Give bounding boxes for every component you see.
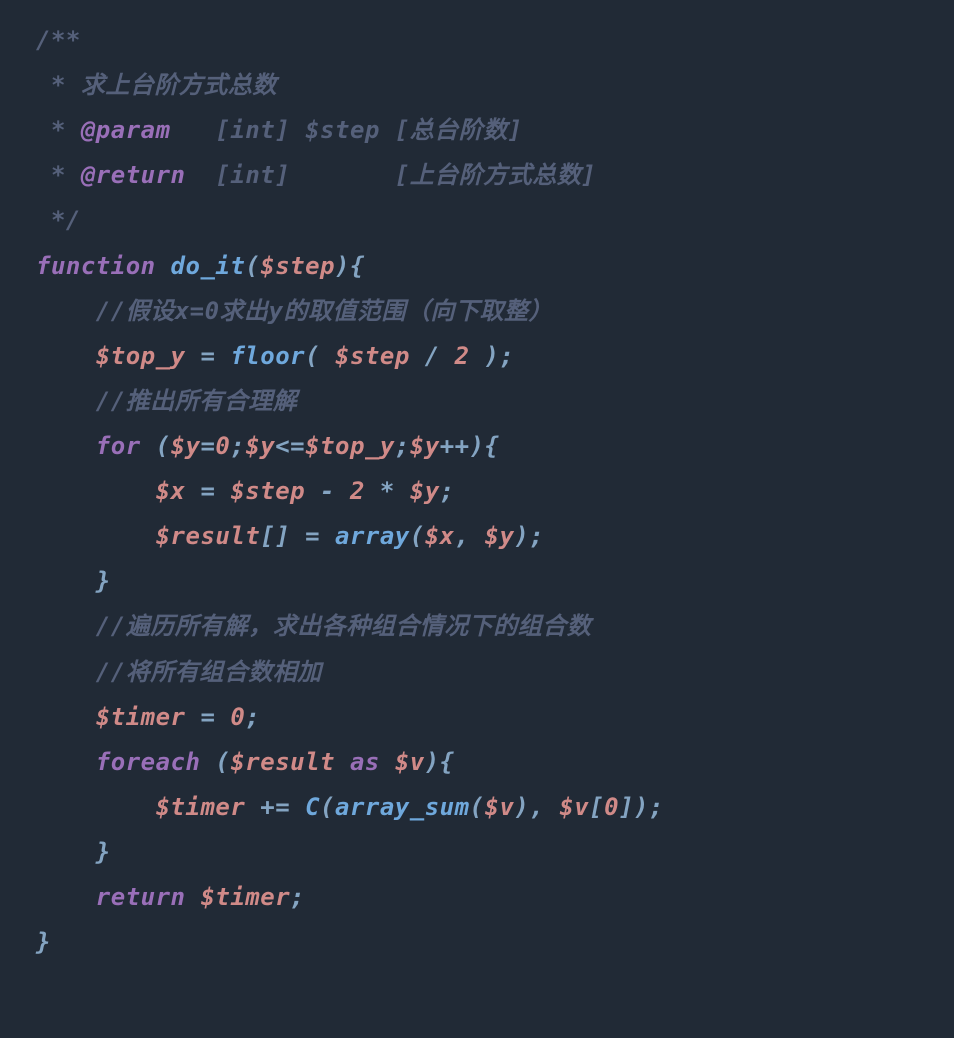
comment-open: /** bbox=[36, 26, 81, 54]
number: 2 bbox=[455, 342, 470, 370]
keyword-foreach: foreach bbox=[96, 748, 201, 776]
code-line: return $timer; bbox=[36, 883, 305, 911]
function-name: do_it bbox=[171, 252, 246, 280]
variable: $y bbox=[485, 522, 515, 550]
variable: $result bbox=[156, 522, 261, 550]
code-line: foreach ($result as $v){ bbox=[36, 748, 455, 776]
function-call: array_sum bbox=[335, 793, 470, 821]
code-line: for ($y=0;$y<=$top_y;$y++){ bbox=[36, 432, 500, 460]
code-line: $timer += C(array_sum($v), $v[0]); bbox=[36, 793, 664, 821]
variable: $top_y bbox=[96, 342, 186, 370]
code-block: /** * 求上台阶方式总数 * @param [int] $step [总台阶… bbox=[0, 0, 954, 965]
variable: $y bbox=[410, 432, 440, 460]
comment-prefix: * bbox=[36, 161, 81, 189]
code-line: /** bbox=[36, 26, 81, 54]
line-comment: //推出所有合理解 bbox=[96, 387, 297, 415]
line-comment: //假设x=0求出y的取值范围（向下取整） bbox=[96, 297, 553, 325]
variable: $timer bbox=[156, 793, 246, 821]
variable: $y bbox=[171, 432, 201, 460]
variable: $step bbox=[335, 342, 410, 370]
line-comment: //遍历所有解，求出各种组合情况下的组合数 bbox=[96, 612, 591, 640]
function-call: array bbox=[335, 522, 410, 550]
code-line: } bbox=[36, 928, 51, 956]
comment-prefix: * bbox=[36, 116, 81, 144]
code-line: } bbox=[36, 838, 111, 866]
number: 0 bbox=[230, 703, 245, 731]
variable: $v bbox=[559, 793, 589, 821]
keyword-return: return bbox=[96, 883, 186, 911]
code-line: $result[] = array($x, $y); bbox=[36, 522, 544, 550]
code-line: */ bbox=[36, 206, 81, 234]
code-line: //遍历所有解，求出各种组合情况下的组合数 bbox=[36, 612, 591, 640]
comment-text: [int] [上台阶方式总数] bbox=[186, 161, 597, 189]
variable: $y bbox=[410, 477, 440, 505]
function-call: C bbox=[305, 793, 320, 821]
variable: $top_y bbox=[305, 432, 395, 460]
code-line: $top_y = floor( $step / 2 ); bbox=[36, 342, 514, 370]
function-call: floor bbox=[230, 342, 305, 370]
code-line: $timer = 0; bbox=[36, 703, 260, 731]
keyword-function: function bbox=[36, 252, 156, 280]
code-line: function do_it($step){ bbox=[36, 252, 365, 280]
number: 0 bbox=[215, 432, 230, 460]
variable: $result bbox=[230, 748, 335, 776]
number: 2 bbox=[350, 477, 365, 505]
variable: $y bbox=[245, 432, 275, 460]
number: 0 bbox=[604, 793, 619, 821]
doc-tag-return: @return bbox=[81, 161, 186, 189]
variable: $step bbox=[230, 477, 305, 505]
comment-text: * 求上台阶方式总数 bbox=[36, 71, 277, 99]
comment-text: [int] $step [总台阶数] bbox=[171, 116, 523, 144]
variable: $v bbox=[395, 748, 425, 776]
code-line: } bbox=[36, 567, 111, 595]
parameter: $step bbox=[260, 252, 335, 280]
variable: $timer bbox=[96, 703, 186, 731]
variable: $x bbox=[425, 522, 455, 550]
variable: $timer bbox=[200, 883, 290, 911]
keyword-as: as bbox=[350, 748, 380, 776]
code-line: //将所有组合数相加 bbox=[36, 658, 322, 686]
code-line: * 求上台阶方式总数 bbox=[36, 71, 277, 99]
variable: $v bbox=[485, 793, 515, 821]
code-line: //假设x=0求出y的取值范围（向下取整） bbox=[36, 297, 553, 325]
variable: $x bbox=[156, 477, 186, 505]
line-comment: //将所有组合数相加 bbox=[96, 658, 322, 686]
code-line: * @return [int] [上台阶方式总数] bbox=[36, 161, 596, 189]
keyword-for: for bbox=[96, 432, 141, 460]
comment-close: */ bbox=[36, 206, 81, 234]
code-line: * @param [int] $step [总台阶数] bbox=[36, 116, 523, 144]
doc-tag-param: @param bbox=[81, 116, 171, 144]
code-line: //推出所有合理解 bbox=[36, 387, 297, 415]
code-line: $x = $step - 2 * $y; bbox=[36, 477, 455, 505]
